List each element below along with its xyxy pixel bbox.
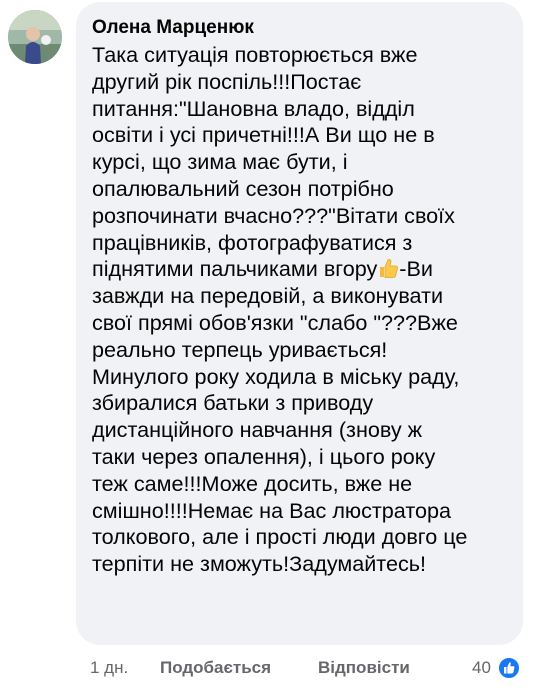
avatar-image [8, 10, 62, 64]
comment-line: таки через опалення), і цього року [92, 443, 436, 469]
comment-line: Така ситуація повторюється вже [92, 42, 418, 67]
comment-line: смішно!!!!Немає на Вас люстратора [92, 497, 452, 523]
comment-line-part: -Ви [399, 256, 433, 282]
comment-line: дистанційного навчання (знову ж [92, 417, 423, 443]
comment-line-with-emoji: піднятими пальчиками вгору -Ви [92, 256, 507, 283]
thumbs-up-emoji-icon [380, 259, 399, 279]
comment-line-part: піднятими пальчиками вгору [92, 256, 378, 282]
comment-line: курсі, що зима має бути, і [92, 149, 348, 175]
reply-button[interactable]: Відповісти [318, 657, 410, 679]
comment-line: опалювальний сезон потрібно [92, 175, 394, 201]
comment-line: толкового, але і прості люди довго це [92, 524, 468, 550]
like-button[interactable]: Подобається [160, 657, 271, 679]
comment-line: теж саме!!!Може досить, вже не [92, 470, 413, 496]
comment-line: збиралися батьки з приводу [92, 390, 374, 416]
author-name[interactable]: Олена Марценюк [92, 16, 507, 40]
comment-line: реально терпець уривається! [92, 336, 388, 362]
comment-text: Така ситуація повторюється вже другий рі… [92, 42, 507, 578]
timestamp-link[interactable]: 1 дн. [90, 657, 128, 679]
comment-line: завжди на передовій, а виконувати [92, 283, 444, 309]
like-reaction-icon [498, 657, 520, 679]
comment-line: Минулого року ходила в міську раду, [92, 363, 460, 389]
reaction-count: 40 [472, 658, 491, 677]
comment-line: свої прямі обов'язки "слабо "???Вже [92, 309, 458, 335]
avatar[interactable] [8, 10, 62, 64]
comment: Олена Марценюк Така ситуація повторюєтьс… [0, 0, 541, 692]
comment-line: питання:"Шановна владо, відділ [92, 95, 415, 121]
comment-line: терпіти не зможуть!Задумайтесь! [92, 551, 427, 577]
comment-line: працівників, фотографуватися з [92, 229, 413, 255]
comment-bubble: Олена Марценюк Така ситуація повторюєтьс… [76, 2, 523, 645]
thumbs-up-icon [504, 662, 515, 674]
comment-line: розпочинати вчасно???"Вітати своїх [92, 202, 455, 228]
comment-line: другий рік поспіль!!!Постає [92, 68, 362, 94]
comment-line: освіти і усі причетні!!!А Ви що не в [92, 122, 435, 148]
